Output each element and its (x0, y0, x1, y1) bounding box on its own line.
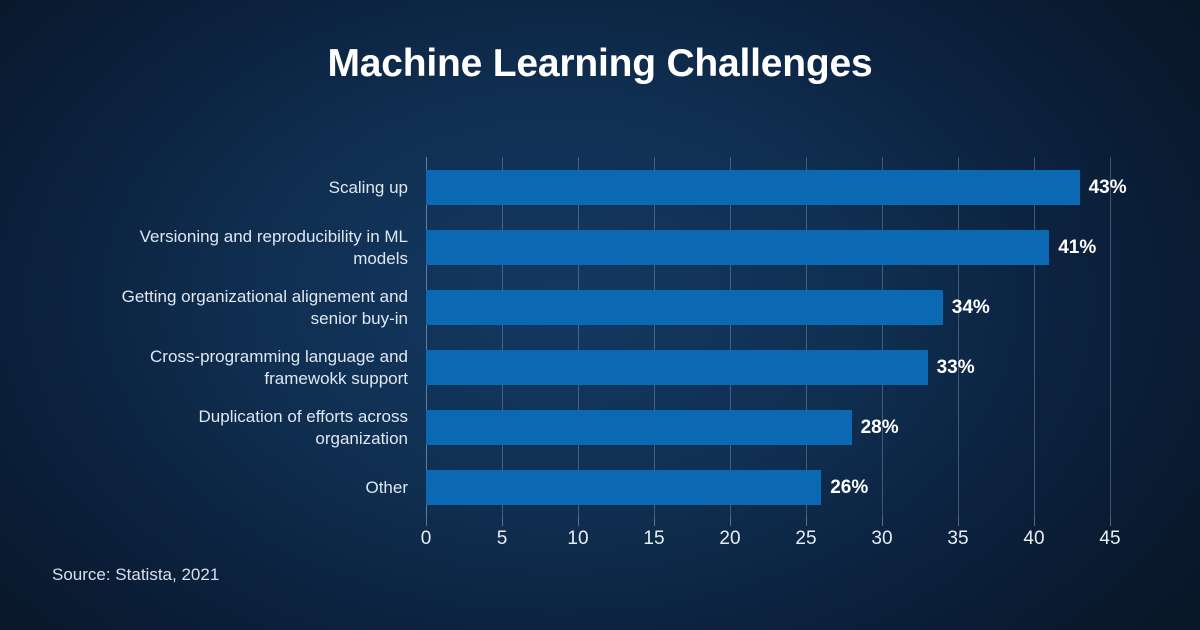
x-tick-mark-35 (958, 517, 959, 526)
x-tick-label: 20 (719, 528, 741, 549)
x-tick-label: 0 (420, 528, 432, 549)
page-title: Machine Learning Challenges (327, 42, 873, 85)
category-label: Cross-programming language and framewokk … (150, 346, 408, 388)
x-tick-mark-15 (654, 517, 655, 526)
x-tick-label: 10 (567, 528, 589, 549)
x-tick-mark-5 (502, 517, 503, 526)
x-tick-mark-0 (426, 517, 427, 526)
x-tick-mark-10 (578, 517, 579, 526)
gridline-25 (806, 157, 807, 517)
gridline-40 (1034, 157, 1035, 517)
gridline-35 (958, 157, 959, 517)
gridline-15 (654, 157, 655, 517)
bar-value-label: 28% (860, 417, 899, 438)
x-tick-label: 15 (643, 528, 665, 549)
gridline-45 (1110, 157, 1111, 517)
x-tick-mark-45 (1110, 517, 1111, 526)
x-tick-mark-20 (730, 517, 731, 526)
bar[interactable] (426, 470, 822, 505)
gridline-0 (426, 157, 427, 517)
bar-value-label: 34% (951, 297, 990, 318)
gridline-10 (578, 157, 579, 517)
x-tick-label: 35 (947, 528, 969, 549)
category-label: Versioning and reproducibility in ML mode… (139, 226, 408, 268)
bar-value-label: 43% (1088, 177, 1127, 198)
bar-value-label: 33% (936, 357, 975, 378)
gridline-30 (882, 157, 883, 517)
x-tick-label: 5 (496, 528, 508, 549)
bar-value-label: 26% (830, 477, 869, 498)
category-label: Getting organizational alignement and sen… (121, 286, 408, 328)
x-tick-label: 30 (871, 528, 893, 549)
category-label: Duplication of efforts across organizatio… (198, 406, 408, 448)
chart-plot-area: 0 5 10 15 20 25 30 35 40 45 43% 41% 34% 33% 28% 26% (421, 157, 1127, 549)
infographic-canvas: Machine Learning Challenges Scaling up Ve… (0, 0, 1200, 630)
gridline-20 (730, 157, 731, 517)
x-tick-label: 25 (795, 528, 817, 549)
x-tick-label: 45 (1099, 528, 1121, 549)
bar[interactable] (426, 170, 1080, 205)
x-tick-mark-40 (1034, 517, 1035, 526)
bar[interactable] (426, 350, 928, 385)
category-axis-labels: Scaling up Versioning and reproducibility… (28, 157, 408, 517)
source-note: Source: Statista, 2021 (52, 565, 220, 584)
bar-value-label: 41% (1058, 237, 1097, 258)
x-tick-mark-30 (882, 517, 883, 526)
bar[interactable] (426, 410, 852, 445)
x-tick-label: 40 (1023, 528, 1045, 549)
category-label: Scaling up (328, 177, 408, 197)
x-tick-mark-25 (806, 517, 807, 526)
category-label: Other (365, 477, 408, 497)
bar[interactable] (426, 230, 1050, 265)
bar[interactable] (426, 290, 943, 325)
gridline-5 (502, 157, 503, 517)
